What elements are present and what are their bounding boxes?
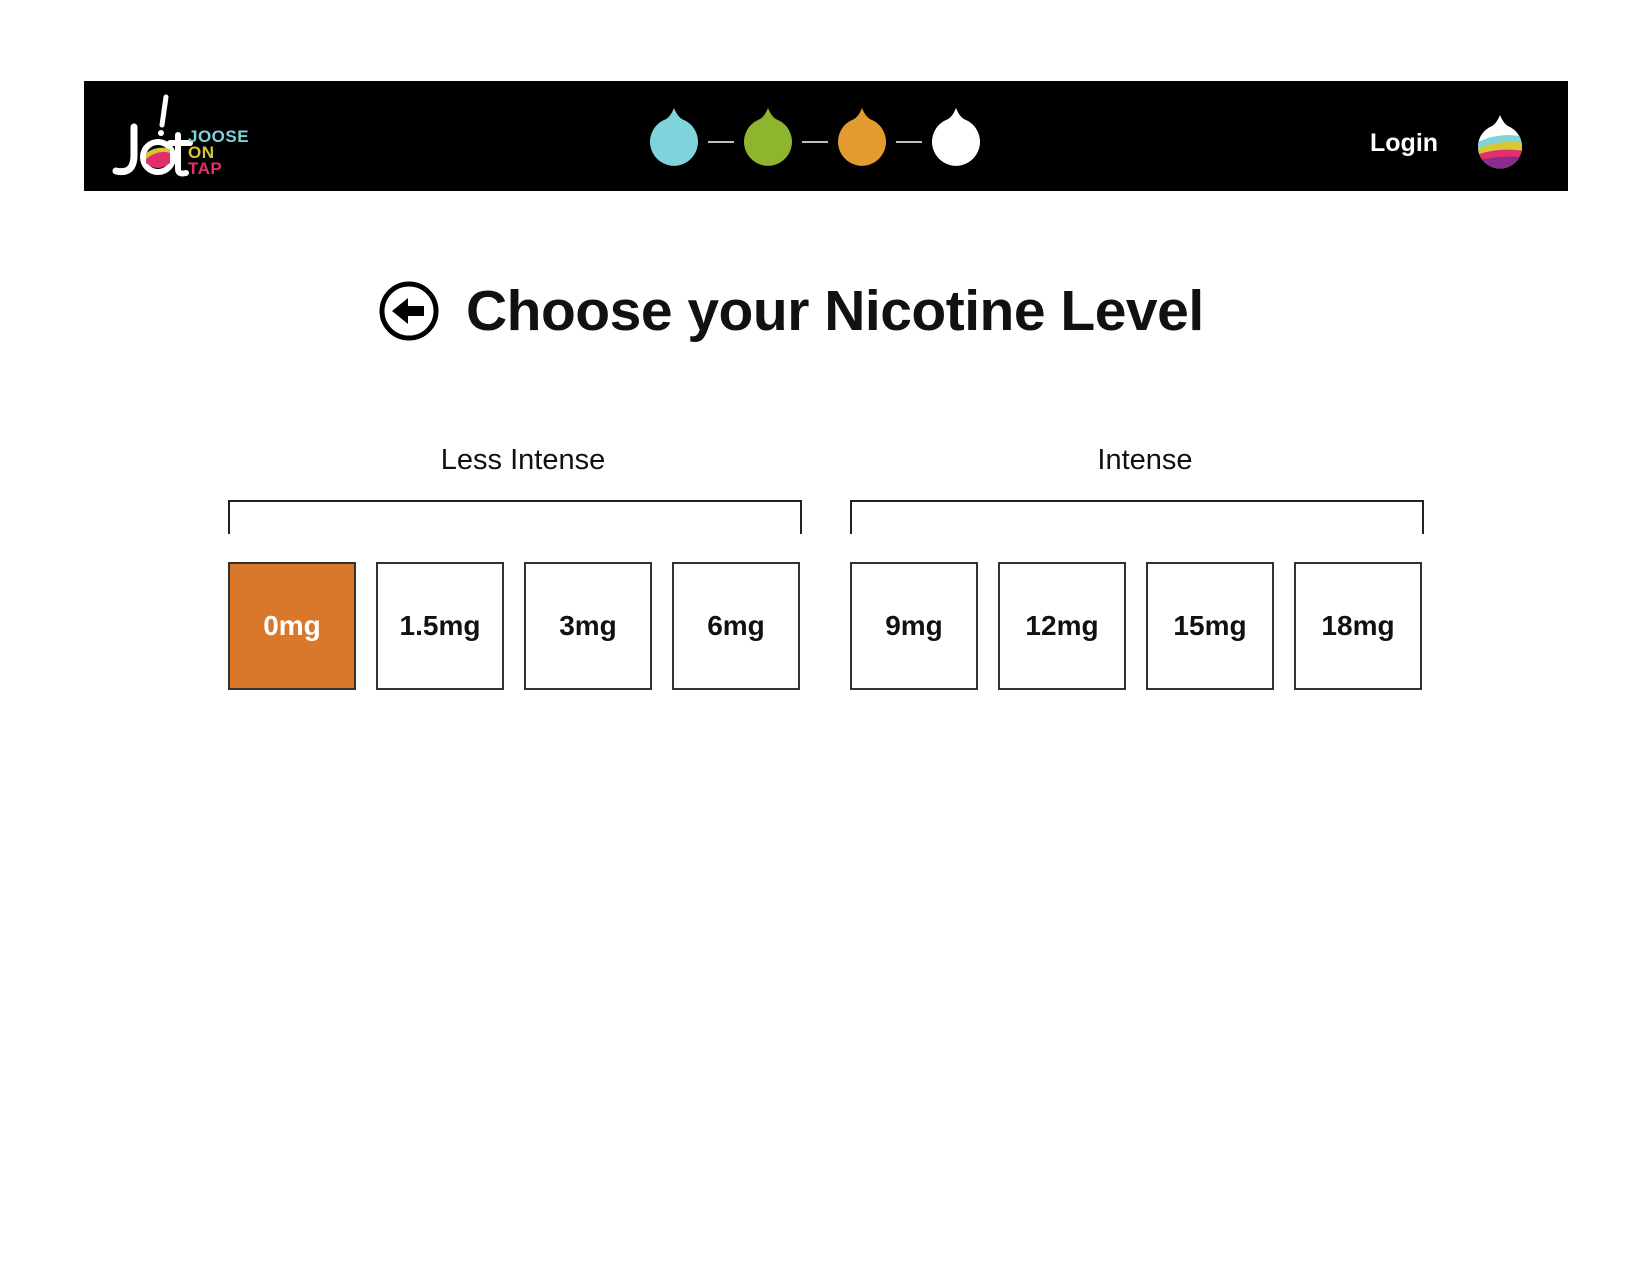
progress-steps xyxy=(648,103,982,173)
level-option-12mg[interactable]: 12mg xyxy=(998,562,1126,690)
step-1-drop-icon xyxy=(650,108,698,166)
rainbow-drop-icon[interactable] xyxy=(1476,113,1524,173)
level-option-9mg[interactable]: 9mg xyxy=(850,562,978,690)
logo-wordmark: JOOSE ON TAP xyxy=(188,127,250,178)
step-connector xyxy=(708,141,734,143)
title-row: Choose your Nicotine Level xyxy=(378,276,1204,346)
less-intense-label: Less Intense xyxy=(440,444,606,476)
back-arrow-icon[interactable] xyxy=(378,280,440,342)
level-option-6mg[interactable]: 6mg xyxy=(672,562,800,690)
level-option-0mg[interactable]: 0mg xyxy=(228,562,356,690)
step-connector xyxy=(802,141,828,143)
level-option-1-5mg[interactable]: 1.5mg xyxy=(376,562,504,690)
joose-on-tap-logo[interactable]: JOOSE ON TAP xyxy=(104,89,264,181)
step-4-drop-icon xyxy=(932,108,980,166)
step-2-drop-icon xyxy=(744,108,792,166)
less-intense-bracket xyxy=(228,500,802,534)
intense-bracket xyxy=(850,500,1424,534)
level-option-3mg[interactable]: 3mg xyxy=(524,562,652,690)
intense-label: Intense xyxy=(1097,444,1193,476)
page-title: Choose your Nicotine Level xyxy=(466,279,1204,343)
level-option-15mg[interactable]: 15mg xyxy=(1146,562,1274,690)
nicotine-level-options: 0mg 1.5mg 3mg 6mg 9mg 12mg 15mg 18mg xyxy=(0,562,1650,692)
level-option-18mg[interactable]: 18mg xyxy=(1294,562,1422,690)
step-connector xyxy=(896,141,922,143)
logo-mark-icon xyxy=(112,94,193,177)
top-navigation-bar: JOOSE ON TAP Login xyxy=(84,81,1568,191)
step-3-drop-icon xyxy=(838,108,886,166)
login-link[interactable]: Login xyxy=(1370,129,1438,158)
